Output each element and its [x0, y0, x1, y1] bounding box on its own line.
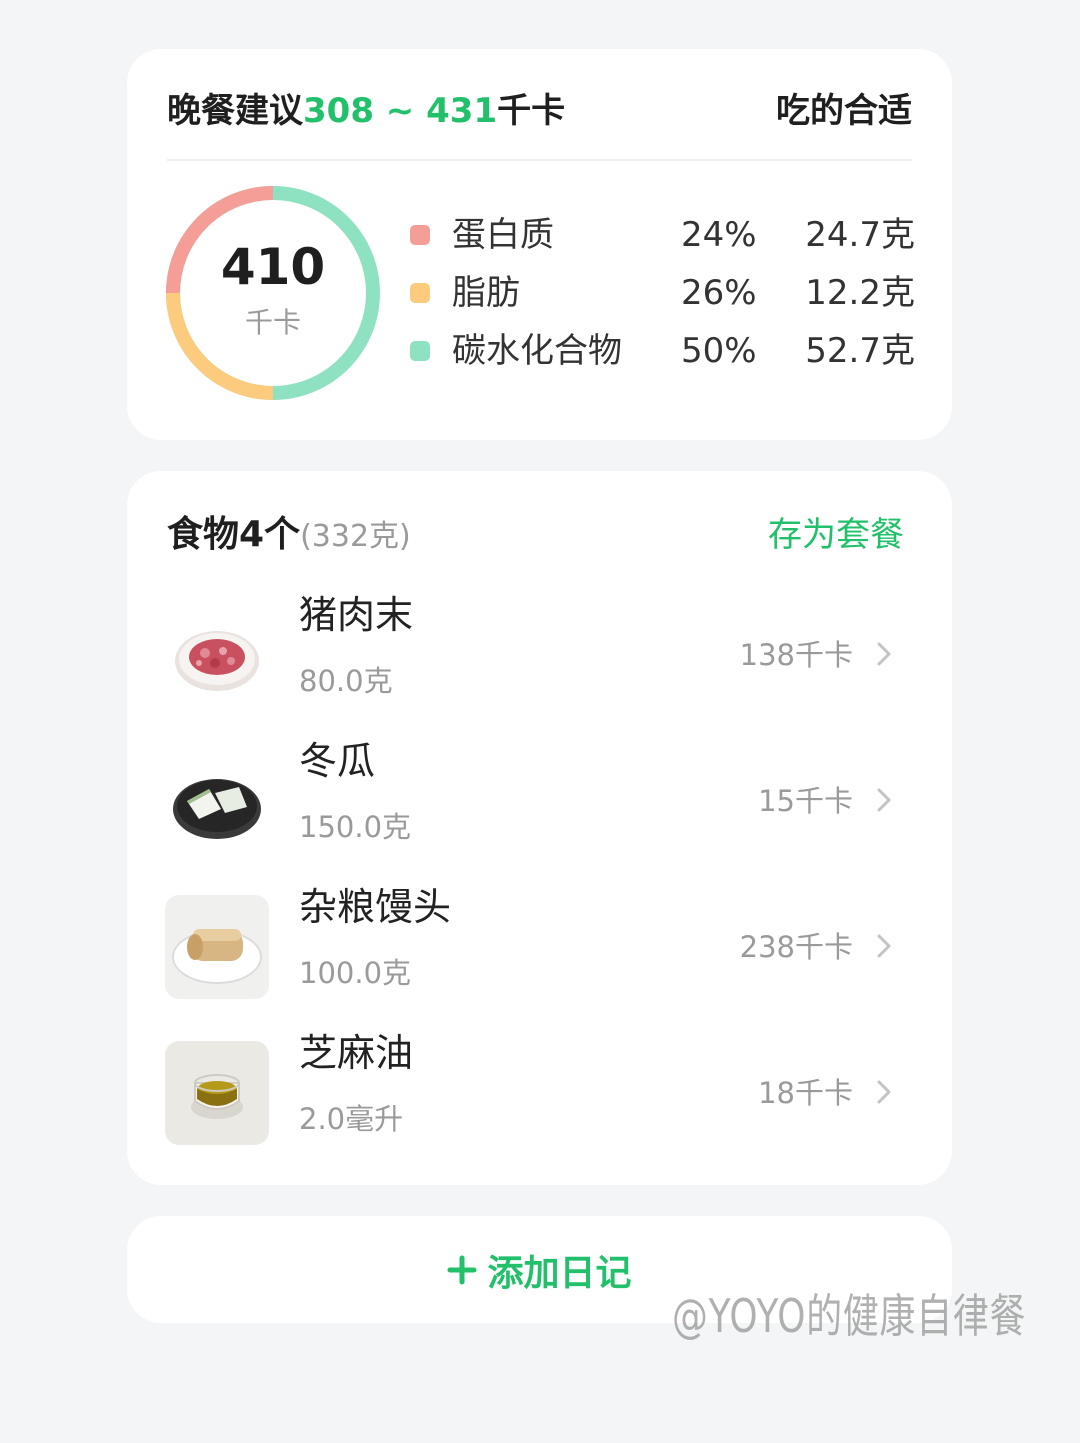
steamed-bun-icon: [165, 895, 269, 999]
food-calories: 238千卡: [739, 930, 853, 964]
meal-suggestion-title: 晚餐建议308 ~ 431千卡: [167, 87, 565, 135]
food-calories: 138千卡: [739, 638, 853, 672]
food-item-sesame-oil[interactable]: 芝麻油 2.0毫升 18千卡: [165, 1031, 915, 1153]
fat-color-dot: [410, 283, 430, 303]
food-amount: 150.0克: [299, 810, 412, 844]
winter-melon-icon: [165, 749, 269, 853]
add-diary-label-group: 添加日记: [447, 1244, 632, 1296]
add-diary-label: 添加日记: [487, 1252, 632, 1294]
eating-status: 吃的合适: [776, 91, 912, 131]
food-calories: 15千卡: [758, 784, 853, 818]
macro-name: 蛋白质: [452, 215, 554, 255]
macro-row-protein: 蛋白质 24% 24.7克: [410, 210, 915, 260]
nutrition-summary-card: 晚餐建议308 ~ 431千卡 吃的合适 410 千卡 蛋白质 24% 24.7…: [127, 49, 952, 440]
food-name: 杂粮馒头: [299, 885, 452, 929]
minced-pork-icon: [165, 603, 269, 707]
total-calories-unit: 千卡: [244, 306, 301, 339]
chevron-right-icon: [877, 642, 891, 666]
food-item-steamed-bun[interactable]: 杂粮馒头 100.0克 238千卡: [165, 885, 915, 1007]
food-calories: 18千卡: [758, 1076, 853, 1110]
food-amount: 2.0毫升: [299, 1102, 404, 1136]
food-list-card: 食物4个(332克) 存为套餐 猪肉末 80.0克 138千卡 冬瓜 150.0…: [127, 471, 952, 1185]
macro-percent: 26%: [681, 273, 757, 313]
calorie-range: 308 ~ 431: [303, 91, 498, 131]
protein-color-dot: [410, 225, 430, 245]
total-calories: 410: [220, 238, 326, 296]
food-item-minced-pork[interactable]: 猪肉末 80.0克 138千卡: [165, 593, 915, 715]
chevron-right-icon: [877, 1080, 891, 1104]
macro-amount: 24.7克: [805, 215, 915, 255]
chevron-right-icon: [877, 788, 891, 812]
macro-row-carbs: 碳水化合物 50% 52.7克: [410, 326, 915, 376]
sesame-oil-icon: [165, 1041, 269, 1145]
food-name: 芝麻油: [299, 1031, 414, 1075]
calorie-range-unit: 千卡: [497, 91, 566, 131]
macro-percent: 50%: [681, 331, 757, 371]
save-as-set-button[interactable]: 存为套餐: [768, 509, 904, 561]
food-total-weight: (332克): [300, 519, 411, 554]
plus-icon: [447, 1255, 477, 1284]
macro-amount: 12.2克: [805, 273, 915, 313]
food-amount: 100.0克: [299, 956, 412, 990]
meal-suggestion-label: 晚餐建议: [167, 91, 303, 131]
macro-name: 脂肪: [452, 273, 520, 313]
macro-percent: 24%: [681, 215, 757, 255]
food-list-title: 食物4个(332克): [167, 509, 411, 563]
macro-name: 碳水化合物: [452, 331, 622, 371]
food-amount: 80.0克: [299, 664, 393, 698]
food-count: 食物4个: [167, 514, 301, 555]
summary-header: 晚餐建议308 ~ 431千卡 吃的合适: [167, 87, 912, 161]
food-item-winter-melon[interactable]: 冬瓜 150.0克 15千卡: [165, 739, 915, 861]
watermark: @YOYO的健康自律餐: [672, 1289, 1027, 1343]
chevron-right-icon: [877, 934, 891, 958]
macro-row-fat: 脂肪 26% 12.2克: [410, 268, 915, 318]
macro-amount: 52.7克: [805, 331, 915, 371]
food-name: 猪肉末: [299, 593, 414, 637]
carbs-color-dot: [410, 341, 430, 361]
food-name: 冬瓜: [299, 739, 376, 783]
